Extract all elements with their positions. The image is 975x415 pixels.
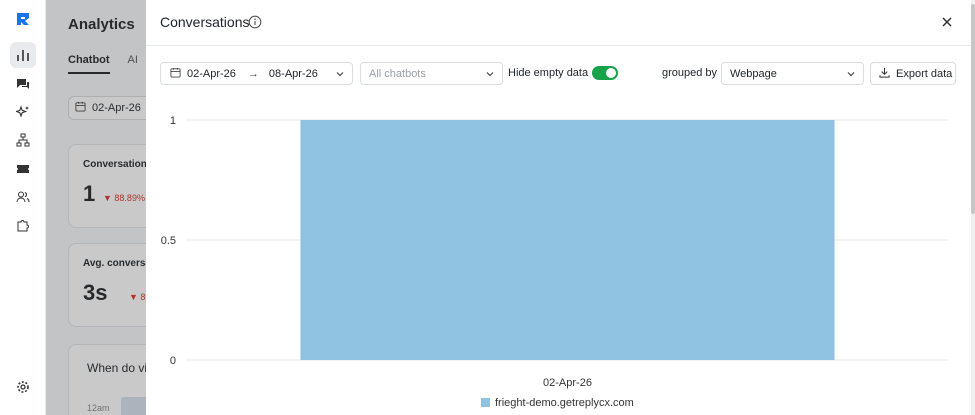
chevron-down-icon: [485, 69, 495, 82]
date-from: 02-Apr-26: [187, 67, 236, 80]
bar: [300, 120, 835, 360]
sparkle-icon: [16, 105, 30, 119]
export-data-button[interactable]: Export data: [870, 62, 956, 85]
sitemap-icon: [16, 133, 30, 147]
y-tick-label: 1: [170, 115, 176, 127]
scrollbar-thumb[interactable]: [971, 4, 975, 214]
users-icon: [16, 190, 30, 204]
nav-users[interactable]: [10, 184, 36, 210]
chart-icon: [16, 48, 30, 62]
hide-empty-toggle[interactable]: [592, 66, 618, 80]
hide-empty-label: Hide empty data: [508, 67, 589, 79]
modal-header: Conversations: [146, 0, 975, 46]
icon-rail: [0, 0, 46, 415]
nav-analytics[interactable]: [10, 42, 36, 68]
download-icon: [879, 67, 890, 81]
nav-ai[interactable]: [10, 99, 36, 125]
nav-conversations[interactable]: [10, 71, 36, 97]
date-range-picker[interactable]: 02-Apr-26 → 08-Apr-26: [160, 62, 353, 85]
chatbots-select[interactable]: All chatbots: [360, 62, 503, 85]
ticket-icon: [16, 162, 30, 176]
chat-icon: [16, 77, 30, 91]
nav-integrations[interactable]: [10, 212, 36, 238]
chatbots-placeholder: All chatbots: [369, 67, 426, 80]
grouped-by-label: grouped by: [662, 67, 718, 79]
nav-flows[interactable]: [10, 127, 36, 153]
y-tick-label: 0.5: [161, 235, 176, 247]
info-icon[interactable]: [248, 15, 262, 34]
y-tick-label: 0: [170, 355, 176, 367]
date-to: 08-Apr-26: [268, 67, 318, 80]
calendar-icon: [170, 67, 181, 81]
grouped-by-value: Webpage: [730, 67, 777, 80]
close-icon[interactable]: [940, 15, 954, 34]
modal-backdrop[interactable]: [46, 0, 146, 415]
settings-icon: [16, 380, 30, 394]
toggle-knob: [606, 68, 616, 78]
scrollbar[interactable]: [971, 0, 975, 415]
legend-swatch: [481, 398, 490, 407]
conversations-modal: Conversations 02-Apr-26 → 08-Apr-26 All …: [146, 0, 975, 415]
grouped-by-select[interactable]: Webpage: [721, 62, 864, 85]
logo-icon[interactable]: [15, 11, 31, 27]
export-label: Export data: [896, 67, 953, 80]
arrow-right-icon: →: [247, 67, 259, 80]
legend-label: frieght-demo.getreplycx.com: [495, 397, 634, 409]
nav-tickets[interactable]: [10, 156, 36, 182]
conversations-chart: 0 0.5 1 02-Apr-26 frieght-demo.getreplycx.co…: [161, 115, 949, 409]
puzzle-icon: [16, 218, 30, 232]
modal-title: Conversations: [160, 14, 250, 30]
nav-settings[interactable]: [10, 374, 36, 400]
chevron-down-icon: [846, 69, 856, 82]
x-tick-label: 02-Apr-26: [543, 377, 592, 389]
chevron-down-icon: [335, 69, 345, 82]
